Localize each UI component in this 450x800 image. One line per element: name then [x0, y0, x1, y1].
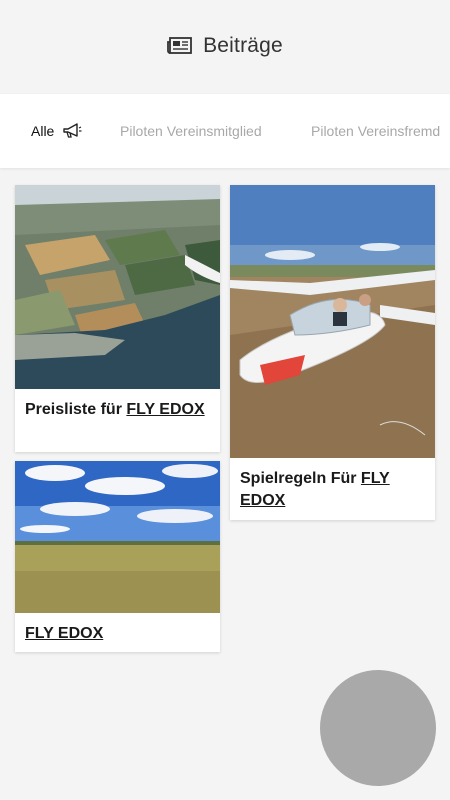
post-card[interactable]: Spielregeln Für FLY EDOX — [230, 185, 435, 520]
aerial-photo — [15, 185, 220, 389]
floating-action-button[interactable] — [320, 670, 436, 786]
post-card[interactable]: FLY EDOX — [15, 461, 220, 652]
tab-alle[interactable]: Alle — [31, 94, 82, 168]
card-title: FLY EDOX — [15, 613, 220, 652]
card-title: Spielregeln Für FLY EDOX — [240, 470, 390, 509]
tab-label: Alle — [31, 123, 55, 139]
tab-piloten-vereinsfremd[interactable]: Piloten Vereinsfremd — [311, 94, 440, 168]
megaphone-icon — [63, 123, 82, 138]
card-title-link[interactable]: FLY EDOX — [25, 625, 103, 642]
newspaper-icon — [167, 37, 192, 54]
tab-label: Piloten Vereinsfremd — [311, 123, 441, 139]
page-title: Beiträge — [203, 34, 283, 57]
tab-piloten-vereinsmitglied[interactable]: Piloten Vereinsmitglied — [120, 94, 262, 168]
glider-photo — [230, 185, 435, 458]
category-tabs: Alle Piloten Vereinsmitglied Piloten Ver… — [0, 94, 450, 168]
app-header: Beiträge — [0, 0, 450, 94]
tab-label: Piloten Vereinsmitglied — [120, 123, 262, 139]
post-card[interactable]: Preisliste für FLY EDOX — [15, 185, 220, 452]
field-photo — [15, 461, 220, 613]
card-title-link[interactable]: FLY EDOX — [126, 401, 204, 418]
card-title: Preisliste für FLY EDOX — [25, 401, 205, 418]
